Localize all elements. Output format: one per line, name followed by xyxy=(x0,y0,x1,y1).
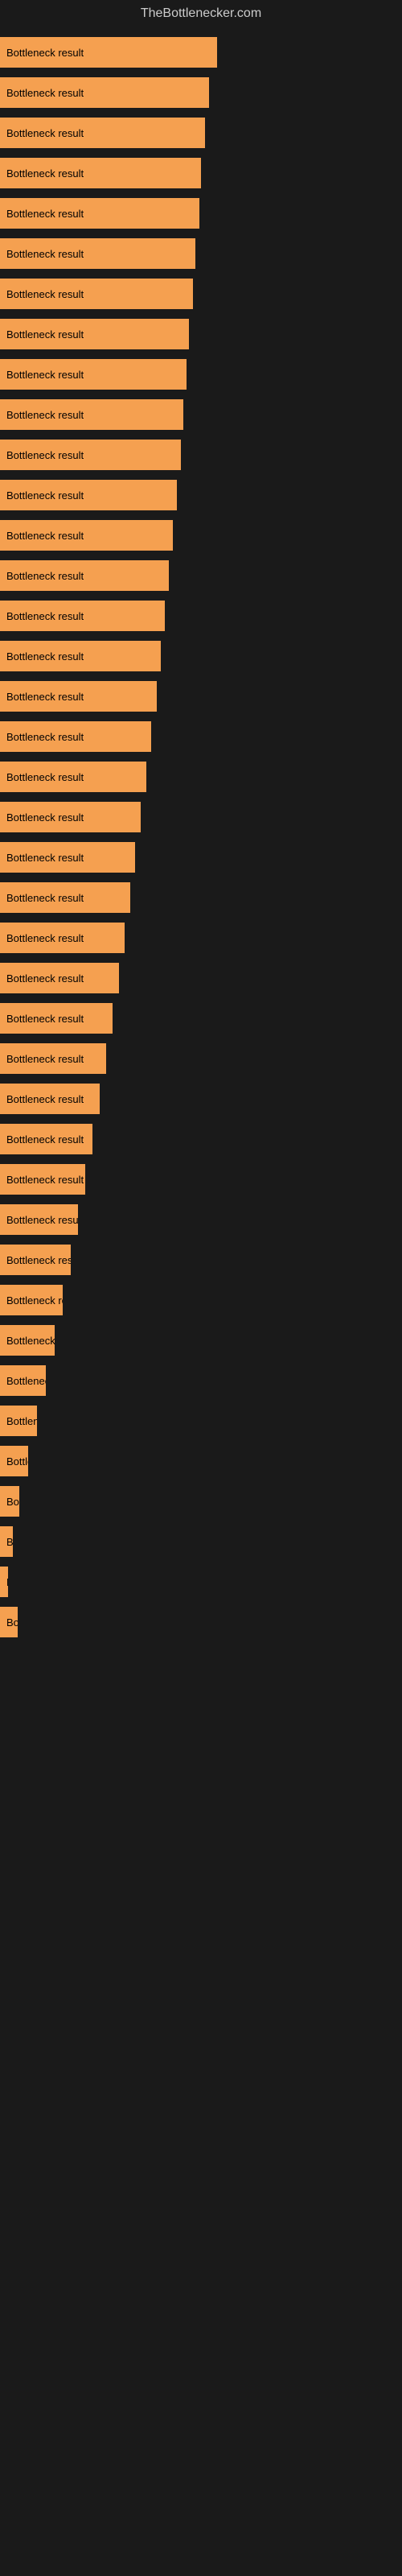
bar-row: Bottleneck result xyxy=(0,478,402,512)
bar-row: Bottleneck result xyxy=(0,639,402,673)
bar-row: Bottleneck result xyxy=(0,1243,402,1277)
bottleneck-bar[interactable]: Bottleneck result xyxy=(0,1164,85,1195)
bar-row: Bottleneck result xyxy=(0,277,402,311)
bar-row: Bottleneck result xyxy=(0,76,402,109)
bottleneck-bar[interactable]: Bottleneck result xyxy=(0,1365,46,1396)
site-title: TheBottlenecker.com xyxy=(0,0,402,27)
bottleneck-bar[interactable]: Bottleneck result xyxy=(0,1567,8,1597)
bar-row: Bottleneck result xyxy=(0,760,402,794)
bar-row: Bottleneck result xyxy=(0,116,402,150)
bottleneck-bar[interactable]: Bottleneck result xyxy=(0,601,165,631)
bar-row: Bottleneck result xyxy=(0,1162,402,1196)
bar-row: Bottleneck result xyxy=(0,196,402,230)
bar-row: Bottleneck result xyxy=(0,438,402,472)
bar-row: Bottleneck result xyxy=(0,800,402,834)
bottleneck-bar[interactable]: Bottleneck result xyxy=(0,762,146,792)
bar-row: Bottleneck result xyxy=(0,840,402,874)
bar-row: Bottleneck result xyxy=(0,599,402,633)
bottleneck-bar[interactable]: Bottleneck result xyxy=(0,923,125,953)
bottleneck-bar[interactable]: Bottleneck result xyxy=(0,1204,78,1235)
bottleneck-bar[interactable]: Bottleneck result xyxy=(0,1285,63,1315)
bottleneck-bar[interactable]: Bottleneck result xyxy=(0,1245,71,1275)
bottleneck-bar[interactable]: Bottleneck result xyxy=(0,1043,106,1074)
bar-row: Bottleneck result xyxy=(0,1484,402,1518)
bottleneck-bar[interactable]: Bottleneck result xyxy=(0,399,183,430)
bottleneck-bar[interactable]: Bottleneck result xyxy=(0,238,195,269)
bar-row: Bottleneck result xyxy=(0,881,402,914)
bar-row: Bottleneck result xyxy=(0,1001,402,1035)
bottleneck-bar[interactable]: Bottleneck result xyxy=(0,681,157,712)
bottleneck-bar[interactable]: Bottleneck result xyxy=(0,118,205,148)
bar-row: Bottleneck result xyxy=(0,1404,402,1438)
bottleneck-bar[interactable]: Bottleneck result xyxy=(0,198,199,229)
bottleneck-bar[interactable]: Bottleneck result xyxy=(0,1325,55,1356)
bar-row: Bottleneck result xyxy=(0,237,402,270)
bar-row: Bottleneck result xyxy=(0,1364,402,1397)
bar-row: Bottleneck result xyxy=(0,1444,402,1478)
bar-row: Bottleneck result xyxy=(0,961,402,995)
bar-row: Bottleneck result xyxy=(0,1082,402,1116)
bar-row: Bottleneck result xyxy=(0,518,402,552)
bar-row: Bottleneck result xyxy=(0,559,402,592)
bar-row: Bottleneck result xyxy=(0,679,402,713)
bar-row: Bottleneck result xyxy=(0,357,402,391)
bottleneck-bar[interactable]: Bottleneck result xyxy=(0,560,169,591)
bottleneck-bar[interactable]: Bottleneck result xyxy=(0,1406,37,1436)
bottleneck-bar[interactable]: Bottleneck result xyxy=(0,721,151,752)
bottleneck-bar[interactable]: Bottleneck result xyxy=(0,279,193,309)
bars-container: Bottleneck result Bottleneck result Bottle… xyxy=(0,27,402,1653)
bar-row: Bottleneck result xyxy=(0,317,402,351)
bar-row: Bottleneck result xyxy=(0,1565,402,1599)
bar-row: Bottleneck result xyxy=(0,1323,402,1357)
bottleneck-bar[interactable]: Bottleneck result xyxy=(0,1486,19,1517)
bar-row: Bottleneck result xyxy=(0,156,402,190)
bar-row: Bottleneck result xyxy=(0,720,402,753)
bottleneck-bar[interactable]: Bottleneck result xyxy=(0,963,119,993)
bottleneck-bar[interactable]: Bottleneck result xyxy=(0,37,217,68)
bottleneck-bar[interactable]: Bottleneck result xyxy=(0,1124,92,1154)
bottleneck-bar[interactable]: Bottleneck result xyxy=(0,802,141,832)
bottleneck-bar[interactable]: Bottleneck result xyxy=(0,1607,18,1637)
bar-row: Bottleneck result xyxy=(0,921,402,955)
bottleneck-bar[interactable]: Bottleneck result xyxy=(0,319,189,349)
bottleneck-bar[interactable]: Bottleneck result xyxy=(0,1084,100,1114)
bottleneck-bar[interactable]: Bottleneck result xyxy=(0,1003,113,1034)
bar-row: Bottleneck result xyxy=(0,1122,402,1156)
bottleneck-bar[interactable]: Bottleneck result xyxy=(0,842,135,873)
bar-row: Bottleneck result xyxy=(0,398,402,431)
bottleneck-bar[interactable]: Bottleneck result xyxy=(0,359,187,390)
bar-row: Bottleneck result xyxy=(0,1042,402,1075)
bar-row: Bottleneck result xyxy=(0,35,402,69)
bar-row: Bottleneck result xyxy=(0,1283,402,1317)
bottleneck-bar[interactable]: Bottleneck result xyxy=(0,77,209,108)
bottleneck-bar[interactable]: Bottleneck result xyxy=(0,440,181,470)
bottleneck-bar[interactable]: Bottleneck result xyxy=(0,520,173,551)
bar-row: Bottleneck result xyxy=(0,1605,402,1639)
bottleneck-bar[interactable]: Bottleneck result xyxy=(0,1446,28,1476)
bottleneck-bar[interactable]: Bottleneck result xyxy=(0,480,177,510)
bar-row: Bottleneck result xyxy=(0,1203,402,1236)
bottleneck-bar[interactable]: Bottleneck result xyxy=(0,882,130,913)
bar-row: Bottleneck result xyxy=(0,1525,402,1558)
bottleneck-bar[interactable]: Bottleneck result xyxy=(0,641,161,671)
bottleneck-bar[interactable]: Bottleneck result xyxy=(0,1526,13,1557)
bottleneck-bar[interactable]: Bottleneck result xyxy=(0,158,201,188)
